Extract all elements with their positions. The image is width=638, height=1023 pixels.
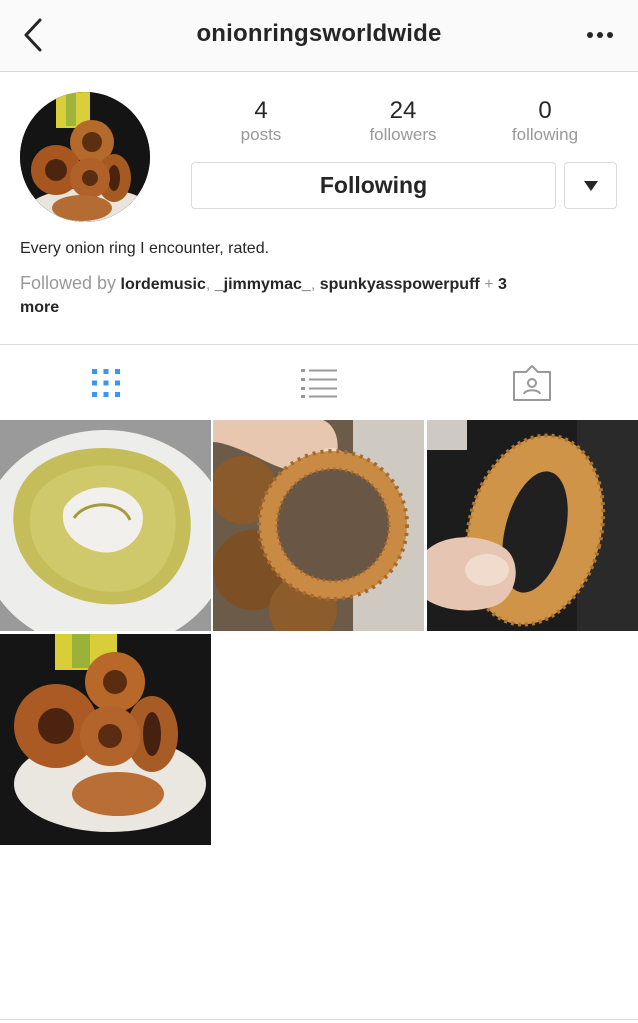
followed-by-prefix: Followed by [20,273,117,293]
more-plus: + [484,276,494,293]
top-bar: onionringsworldwide [0,0,638,72]
posts-count: 4 [254,97,268,124]
battered-onion-ring-photo [0,420,211,631]
stat-posts[interactable]: 4 posts [201,98,321,146]
tab-grid[interactable] [0,345,212,421]
following-count: 0 [538,97,552,124]
suggestions-dropdown-button[interactable] [564,162,617,209]
crispy-onion-ring-photo [427,420,638,631]
onion-rings-photo [20,92,150,222]
avatar[interactable] [20,92,150,222]
stat-following[interactable]: 0 following [485,98,605,146]
tab-list[interactable] [213,345,425,421]
more-label[interactable]: more [20,299,59,316]
followers-label: followers [369,125,437,144]
post-thumbnail[interactable] [427,420,638,631]
stacked-onion-rings-photo [0,634,211,845]
posts-label: posts [240,125,282,144]
breaded-onion-ring-photo [213,420,424,631]
followers-count: 24 [389,97,417,124]
bio-text: Every onion ring I encounter, rated. [20,240,270,257]
profile-tabs [0,344,638,420]
follower-link[interactable]: spunkyasspowerpuff [320,276,480,293]
more-dots-icon [587,32,593,38]
post-thumbnail[interactable] [213,420,424,631]
post-thumbnail[interactable] [0,420,211,631]
stat-followers[interactable]: 24 followers [343,98,463,146]
tab-tagged[interactable] [426,345,638,421]
follower-link[interactable]: _jimmymac_ [215,276,311,293]
more-count[interactable]: 3 [498,276,507,293]
followed-by[interactable]: Followed by lordemusic, _jimmymac_, spun… [20,272,620,319]
tagged-icon [513,365,551,401]
grid-icon [92,369,120,397]
following-button[interactable]: Following [191,162,556,209]
list-icon [301,369,337,398]
caret-down-icon [583,180,598,191]
bottom-divider [0,1019,638,1020]
follower-link[interactable]: lordemusic [121,276,206,293]
following-label: following [511,125,579,144]
post-thumbnail[interactable] [0,634,211,845]
page-title: onionringsworldwide [196,20,442,47]
more-options-button[interactable] [582,20,618,50]
